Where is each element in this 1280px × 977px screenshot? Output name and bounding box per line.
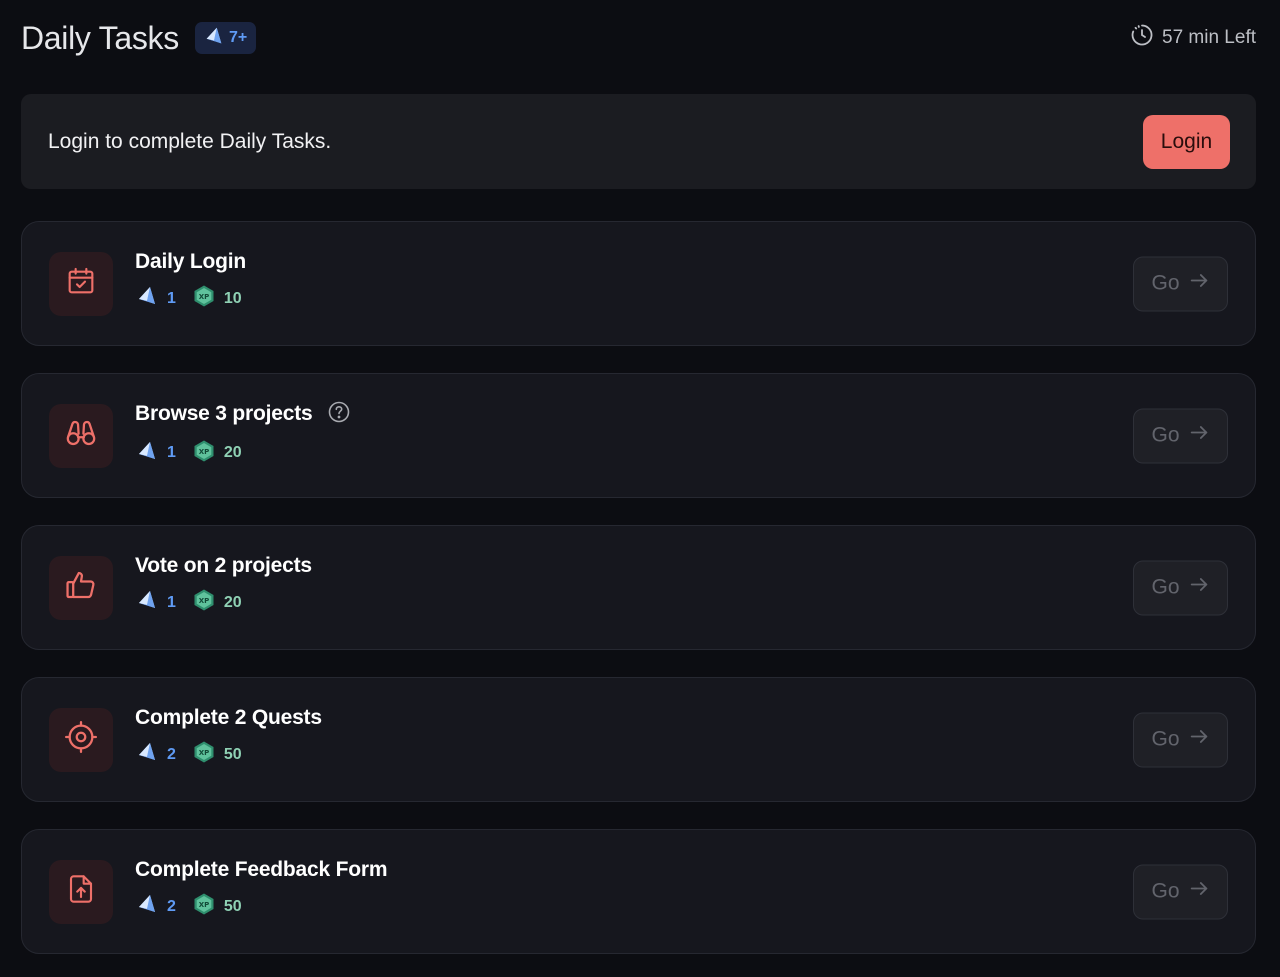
help-icon[interactable] <box>327 400 351 429</box>
go-button[interactable]: Go <box>1133 864 1228 919</box>
task-title-row: Vote on 2 projects <box>135 554 312 578</box>
gem-reward: 1 <box>135 284 176 313</box>
task-list: Daily Login 1 XP 10 Go Browse 3 projects… <box>21 221 1256 977</box>
xp-amount: 50 <box>223 745 242 763</box>
task-icon-tile <box>49 403 113 468</box>
task-rewards: 1 XP 10 <box>135 284 258 313</box>
task-title: Browse 3 projects <box>135 402 313 425</box>
task-title: Vote on 2 projects <box>135 554 312 577</box>
xp-reward: XP 50 <box>192 892 242 921</box>
arrow-right-icon <box>1188 574 1210 602</box>
svg-text:XP: XP <box>199 293 210 301</box>
gem-icon <box>135 284 159 313</box>
thumbs-up-icon <box>64 568 98 607</box>
arrow-right-icon <box>1188 726 1210 754</box>
clock-icon <box>1130 23 1154 53</box>
go-label: Go <box>1151 575 1180 599</box>
xp-icon: XP <box>192 439 216 468</box>
task-title-row: Complete 2 Quests <box>135 706 322 730</box>
task-rewards: 2 XP 50 <box>135 740 322 769</box>
gem-icon <box>135 439 159 468</box>
go-label: Go <box>1151 727 1180 751</box>
svg-text:XP: XP <box>199 448 210 456</box>
xp-amount: 10 <box>223 289 242 307</box>
svg-text:XP: XP <box>199 901 210 909</box>
gem-icon <box>135 740 159 769</box>
task-icon-tile <box>49 555 113 620</box>
xp-amount: 50 <box>223 897 242 915</box>
xp-amount: 20 <box>223 444 242 461</box>
task-body: Vote on 2 projects 1 XP 20 <box>135 554 312 617</box>
arrow-right-icon <box>1188 878 1210 906</box>
gem-amount: 1 <box>167 444 176 461</box>
go-label: Go <box>1151 271 1180 295</box>
task-title-row: Daily Login <box>135 250 258 274</box>
task-rewards: 1 XP 20 <box>135 588 312 617</box>
login-button[interactable]: Login <box>1143 114 1230 169</box>
gem-icon <box>203 25 225 52</box>
gem-reward: 2 <box>135 740 176 769</box>
task-title: Complete Feedback Form <box>135 858 388 881</box>
gem-reward: 1 <box>135 439 176 468</box>
svg-text:XP: XP <box>199 749 210 757</box>
task-title: Complete 2 Quests <box>135 706 322 729</box>
task-rewards: 1 XP 20 <box>135 439 351 468</box>
go-button[interactable]: Go <box>1133 712 1228 767</box>
task-title: Daily Login <box>135 250 246 273</box>
task-card: Vote on 2 projects 1 XP 20 Go <box>21 525 1256 650</box>
go-button[interactable]: Go <box>1133 560 1228 615</box>
login-banner: Login to complete Daily Tasks. Login <box>21 94 1256 189</box>
xp-reward: XP 10 <box>192 284 242 313</box>
xp-icon: XP <box>192 892 216 921</box>
gem-icon <box>135 588 159 617</box>
task-title-row: Browse 3 projects <box>135 400 351 429</box>
go-label: Go <box>1151 879 1180 903</box>
task-icon-tile <box>49 707 113 772</box>
page-title: Daily Tasks <box>21 19 179 56</box>
gem-badge[interactable]: 7+ <box>194 22 257 54</box>
gem-icon <box>135 892 159 921</box>
xp-reward: XP 50 <box>192 740 242 769</box>
task-card: Browse 3 projects 1 XP 20 Go <box>21 373 1256 498</box>
go-button[interactable]: Go <box>1133 408 1228 463</box>
header: Daily Tasks 7+ 57 min Left <box>21 14 1256 62</box>
gem-reward: 1 <box>135 588 176 617</box>
login-message: Login to complete Daily Tasks. <box>48 129 332 153</box>
gem-amount: 1 <box>167 289 176 307</box>
svg-text:XP: XP <box>199 597 210 605</box>
task-body: Complete 2 Quests 2 XP 50 <box>135 706 322 769</box>
gem-amount: 2 <box>167 897 176 915</box>
xp-icon: XP <box>192 588 216 617</box>
arrow-right-icon <box>1188 422 1210 450</box>
task-body: Browse 3 projects 1 XP 20 <box>135 400 351 468</box>
task-body: Complete Feedback Form 2 XP 50 <box>135 858 388 921</box>
go-label: Go <box>1151 423 1180 447</box>
calendar-check-icon <box>65 265 97 302</box>
xp-reward: XP 20 <box>192 439 242 468</box>
gem-amount: 2 <box>167 745 176 763</box>
timer-text: 57 min Left <box>1162 27 1256 48</box>
xp-icon: XP <box>192 740 216 769</box>
task-title-row: Complete Feedback Form <box>135 858 388 882</box>
xp-amount: 20 <box>223 593 242 611</box>
xp-icon: XP <box>192 284 216 313</box>
task-card: Complete Feedback Form 2 XP 50 Go <box>21 829 1256 954</box>
file-upload-icon <box>65 873 97 910</box>
go-button[interactable]: Go <box>1133 256 1228 311</box>
binoculars-icon <box>64 416 98 455</box>
task-icon-tile <box>49 859 113 924</box>
badge-count: 7+ <box>228 29 248 46</box>
crosshair-icon <box>64 720 98 759</box>
task-rewards: 2 XP 50 <box>135 892 387 921</box>
task-card: Complete 2 Quests 2 XP 50 Go <box>21 677 1256 802</box>
xp-reward: XP 20 <box>192 588 242 617</box>
task-card: Daily Login 1 XP 10 Go <box>21 221 1256 346</box>
timer: 57 min Left <box>1130 23 1256 53</box>
title-group: Daily Tasks 7+ <box>21 19 257 57</box>
gem-reward: 2 <box>135 892 176 921</box>
gem-amount: 1 <box>167 593 176 611</box>
task-icon-tile <box>49 251 113 316</box>
task-body: Daily Login 1 XP 10 <box>135 250 258 313</box>
arrow-right-icon <box>1188 270 1210 298</box>
